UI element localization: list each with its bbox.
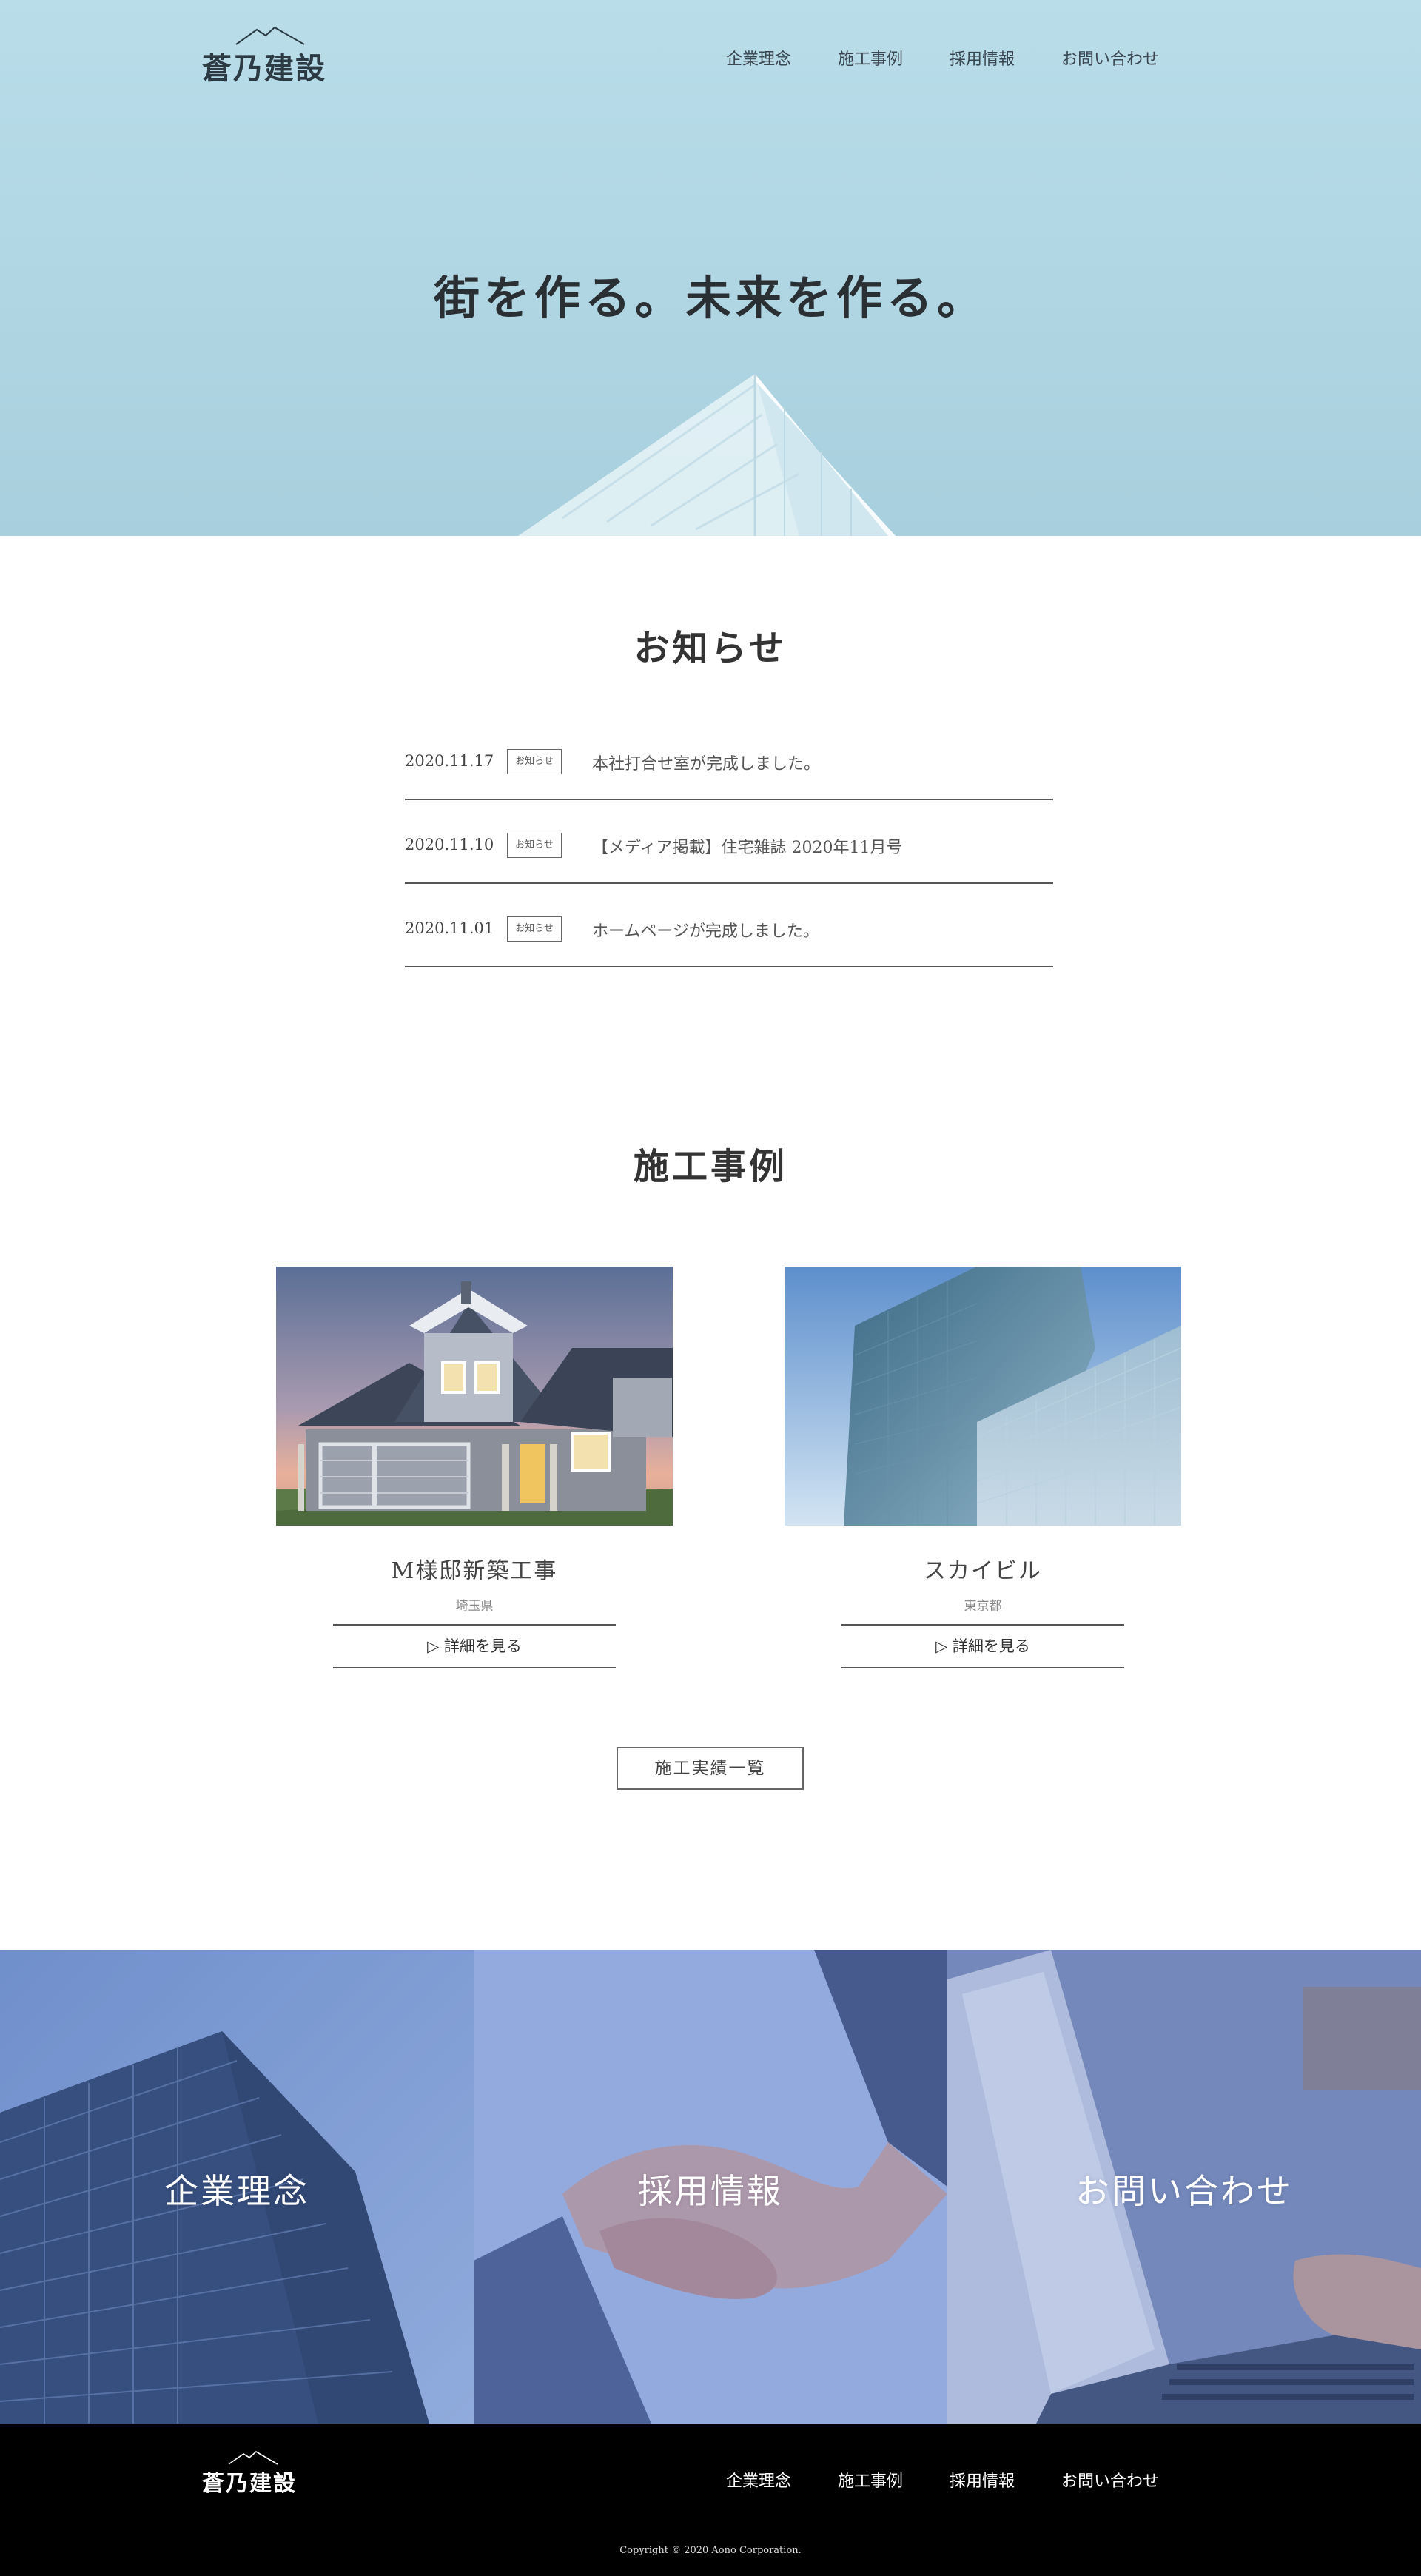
panel-contact[interactable]: お問い合わせ [947,1950,1421,2424]
skyscraper-photo[interactable] [785,1267,1181,1526]
work-card: M様邸新築工事 埼玉県 ▷ 詳細を見る [276,1267,673,1668]
work-location: 埼玉県 [455,1599,494,1614]
all-works-button[interactable]: 施工実績一覧 [617,1747,804,1790]
work-detail-link[interactable]: ▷ 詳細を見る [841,1624,1124,1668]
copyright: Copyright © 2020 Aono Corporation. [619,2545,802,2556]
footer-nav-item-philosophy[interactable]: 企業理念 [726,2468,791,2492]
panel-recruit[interactable]: 採用情報 [474,1950,947,2424]
footer-logo[interactable]: 蒼乃建設 [202,2450,306,2497]
footer-nav-item-contact[interactable]: お問い合わせ [1061,2468,1159,2492]
news-item[interactable]: 2020.11.01 お知らせ ホームページが完成しました。 [405,884,1053,967]
work-location: 東京都 [964,1599,1002,1614]
news-date: 2020.11.17 [405,752,494,770]
nav-item-works[interactable]: 施工事例 [838,46,903,70]
panel-label: お問い合わせ [1075,2171,1293,2211]
news-date: 2020.11.01 [405,919,494,937]
news-text[interactable]: ホームページが完成しました。 [592,918,819,942]
footer-logo-text: 蒼乃建設 [202,2471,297,2497]
panel-philosophy[interactable]: 企業理念 [0,1950,474,2424]
hero-title: 街を作る。未来を作る。 [433,271,987,325]
news-badge: お知らせ [507,916,562,942]
footer-nav: 企業理念 施工事例 採用情報 お問い合わせ [726,2468,1159,2492]
news-text[interactable]: 本社打合せ室が完成しました。 [592,751,820,774]
panel-label: 企業理念 [164,2171,309,2211]
news-date: 2020.11.10 [405,836,494,853]
work-title: スカイビル [924,1558,1042,1584]
feature-panels: 企業理念 採用情報 お問い合わせ [0,1950,1421,2424]
news-badge: お知らせ [507,833,562,858]
logo-text: 蒼乃建設 [202,51,326,86]
news-title: お知らせ [634,628,787,669]
news-text[interactable]: 【メディア掲載】住宅雑誌 2020年11月号 [592,834,902,858]
nav-item-recruit[interactable]: 採用情報 [950,46,1015,70]
news-item[interactable]: 2020.11.17 お知らせ 本社打合せ室が完成しました。 [405,717,1053,800]
panel-label: 採用情報 [638,2171,783,2211]
work-detail-link[interactable]: ▷ 詳細を見る [333,1624,616,1668]
work-title: M様邸新築工事 [391,1558,558,1584]
main-nav: 企業理念 施工事例 採用情報 お問い合わせ [726,46,1159,70]
work-card: スカイビル 東京都 ▷ 詳細を見る [785,1267,1181,1668]
mountain-icon [228,2451,278,2465]
footer-nav-item-works[interactable]: 施工事例 [838,2468,903,2492]
news-badge: お知らせ [507,749,562,774]
house-photo[interactable] [276,1267,673,1526]
works-title: 施工事例 [633,1146,787,1187]
site-logo[interactable]: 蒼乃建設 [202,25,335,86]
nav-item-contact[interactable]: お問い合わせ [1061,46,1159,70]
news-item[interactable]: 2020.11.10 お知らせ 【メディア掲載】住宅雑誌 2020年11月号 [405,800,1053,884]
hero: 蒼乃建設 企業理念 施工事例 採用情報 お問い合わせ 街を作る。未来を作る。 [0,0,1421,536]
news-list: 2020.11.17 お知らせ 本社打合せ室が完成しました。 2020.11.1… [405,717,1053,967]
footer-nav-item-recruit[interactable]: 採用情報 [950,2468,1015,2492]
footer: 蒼乃建設 企業理念 施工事例 採用情報 お問い合わせ Copyright © 2… [0,2424,1421,2576]
nav-item-philosophy[interactable]: 企業理念 [726,46,791,70]
